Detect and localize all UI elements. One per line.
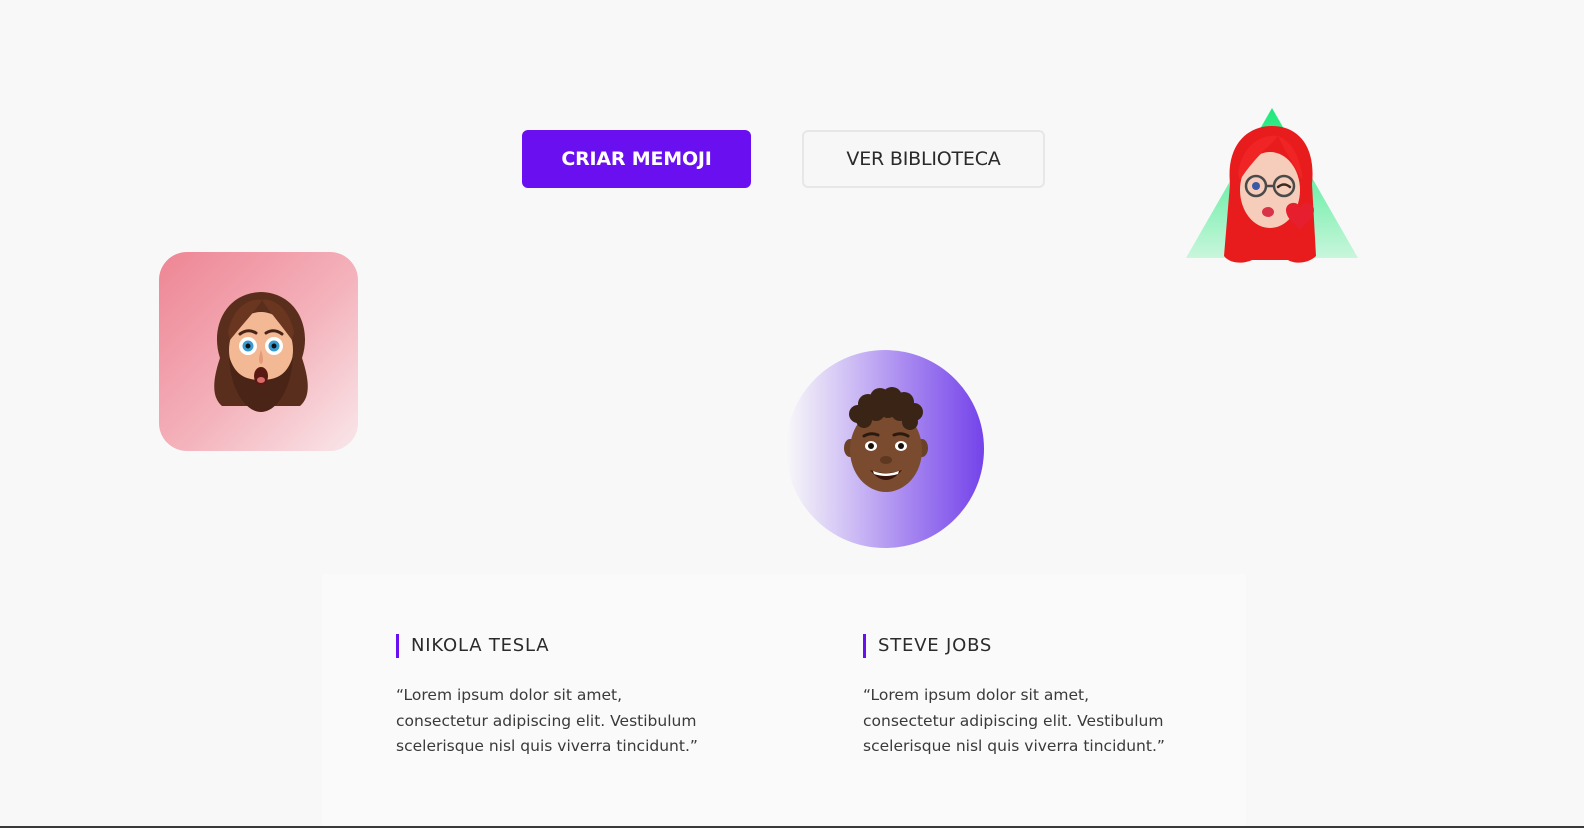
bearded-man-memoji-icon: [214, 292, 308, 412]
testimonials-section: NIKOLA TESLA “Lorem ipsum dolor sit amet…: [322, 574, 1246, 828]
testimonial-author: NIKOLA TESLA: [396, 634, 736, 658]
testimonial-card: NIKOLA TESLA “Lorem ipsum dolor sit amet…: [396, 634, 736, 760]
testimonial-author: STEVE JOBS: [863, 634, 1203, 658]
red-hair-woman-memoji-icon: [1224, 126, 1316, 263]
create-memoji-button[interactable]: CRIAR MEMOJI: [522, 130, 751, 188]
curly-hair-boy-memoji-icon: [844, 387, 928, 492]
view-library-button[interactable]: VER BIBLIOTECA: [802, 130, 1045, 188]
testimonial-card: STEVE JOBS “Lorem ipsum dolor sit amet, …: [863, 634, 1203, 760]
testimonial-quote: “Lorem ipsum dolor sit amet, consectetur…: [863, 686, 1165, 755]
testimonial-quote: “Lorem ipsum dolor sit amet, consectetur…: [396, 686, 698, 755]
